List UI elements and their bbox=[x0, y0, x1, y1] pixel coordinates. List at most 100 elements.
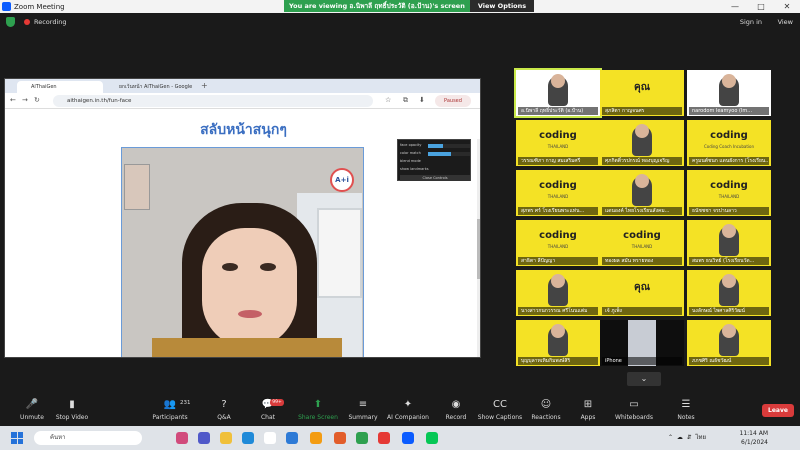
stop-video-button[interactable]: ▮ Stop Video bbox=[44, 399, 100, 421]
page-scroll-thumb[interactable] bbox=[477, 219, 480, 279]
participant-tile[interactable]: สมพร ธนวิทย์ (โรงเรียนวัด... bbox=[687, 220, 771, 266]
extensions-icon[interactable]: ⧉ bbox=[403, 96, 408, 105]
participant-tile[interactable]: แดนองค์ ไทยโรงเรียนสังคม... bbox=[600, 170, 684, 216]
participant-name: อ.นิพาลี ฤทธิ์ประวัติ (อ.ป้าน) bbox=[518, 107, 598, 115]
meeting-controls-bar: 🎤 Unmute ▮ Stop Video 👥 Participants 231? Q&A 💬 C… bbox=[0, 396, 800, 426]
notes-button[interactable]: ☰ Notes bbox=[658, 399, 714, 421]
participant-name: นางสาวกนกวรรณ ศรีโนนแต่ม bbox=[518, 307, 598, 315]
leave-button[interactable]: Leave bbox=[762, 404, 794, 417]
new-tab-icon[interactable]: + bbox=[201, 81, 208, 90]
slider-fill[interactable] bbox=[428, 144, 443, 148]
control-row-color-match[interactable]: color match bbox=[400, 151, 470, 157]
maximize-icon[interactable]: □ bbox=[748, 0, 774, 13]
participant-tile[interactable]: coding THAILAND สาธิตา ลีปัญญา bbox=[516, 220, 600, 266]
taskbar-search-input[interactable]: ค้นหา bbox=[34, 431, 142, 445]
participant-tile[interactable]: coding THAILAND สุภพร ศร์ โรงเรียนพระแท่น.… bbox=[516, 170, 600, 216]
chrome-icon[interactable] bbox=[356, 432, 368, 444]
amazon-icon[interactable] bbox=[310, 432, 322, 444]
right-eye bbox=[260, 263, 276, 271]
toolbar-label: Show Captions bbox=[477, 414, 523, 421]
close-controls-button[interactable]: Close Controls bbox=[400, 175, 470, 181]
toolbar-label: Q&A bbox=[217, 414, 231, 421]
web-page-content: สลับหน้าสนุกๆ A+i face opacity color mat… bbox=[5, 109, 480, 357]
participant-name: ธนัชชชา จรปานลาว bbox=[689, 207, 769, 215]
dropbox-icon[interactable] bbox=[286, 432, 298, 444]
face-controls-panel: face opacity color match blend mode show… bbox=[397, 139, 471, 181]
participant-head bbox=[722, 274, 736, 288]
forward-icon[interactable]: → bbox=[22, 96, 28, 104]
person-shirt bbox=[152, 338, 342, 357]
zoom-taskbar-icon[interactable] bbox=[402, 432, 414, 444]
captions-icon: CC bbox=[493, 399, 507, 410]
control-row-landmarks[interactable]: show landmarks bbox=[400, 167, 470, 173]
system-tray[interactable]: ⌃ ☁ ⇵ ไทย bbox=[668, 432, 706, 442]
reload-icon[interactable]: ↻ bbox=[34, 96, 40, 104]
participant-tile[interactable]: coding THAILAND วรรณฑิภา กาญ สมเสริมศรี bbox=[516, 120, 600, 166]
chrome-profile-icon[interactable] bbox=[378, 432, 390, 444]
firefox-icon[interactable] bbox=[334, 432, 346, 444]
download-icon[interactable]: ⬇ bbox=[419, 96, 425, 104]
browser-tab-aithaigen[interactable]: AiThaiGen bbox=[17, 81, 103, 93]
line-icon[interactable] bbox=[426, 432, 438, 444]
tile-logo: coding bbox=[623, 230, 661, 241]
participant-tile[interactable]: ภภชศิริ ณธัชวัฒน์ bbox=[687, 320, 771, 366]
toolbar-label: Chat bbox=[260, 414, 276, 421]
participant-tile[interactable]: คุณ เจ้ ภูเพ็ง bbox=[600, 270, 684, 316]
qa-icon: ? bbox=[221, 399, 227, 410]
summary-icon: ≡ bbox=[358, 399, 368, 410]
taskbar-clock[interactable]: 11:14 AM 6/1/2024 bbox=[728, 429, 768, 447]
profile-paused-button[interactable]: Paused bbox=[435, 95, 471, 107]
security-shield-icon[interactable] bbox=[6, 17, 15, 27]
participant-tile[interactable]: นงลักษณ์ ไพศาลศิริวัฒน์ bbox=[687, 270, 771, 316]
edge-icon[interactable] bbox=[242, 432, 254, 444]
participant-name: วรรณฑิภา กาญ สมเสริมศรี bbox=[518, 157, 598, 165]
participant-tile[interactable]: คุณสุภสิตา กาญจนศร bbox=[600, 70, 684, 116]
participant-name: บุญบุลาทเทิมกิมพงษ์สิริ bbox=[518, 357, 598, 365]
windows-start-icon[interactable] bbox=[11, 432, 23, 444]
tile-logo-subtitle: THAILAND bbox=[547, 144, 569, 149]
url-field[interactable]: aithaigen.in.th/fun-face bbox=[53, 95, 373, 107]
toolbar-label: Participants bbox=[152, 414, 188, 421]
toolbar-label: Record bbox=[445, 414, 467, 421]
microsoft-store-icon[interactable] bbox=[264, 432, 276, 444]
participants-button[interactable]: 👥 Participants 231 bbox=[142, 399, 198, 421]
control-row-opacity[interactable]: face opacity bbox=[400, 143, 470, 149]
bookmark-star-icon[interactable]: ☆ bbox=[385, 96, 391, 104]
participant-tile[interactable]: coding Coding Coach Incubation ครูมนต์ชนก … bbox=[687, 120, 771, 166]
close-icon[interactable]: ✕ bbox=[774, 0, 800, 13]
view-menu-button[interactable]: View bbox=[778, 18, 793, 26]
browser-tab-google[interactable]: ยกเว้นหน้า AiThaiGen - Google bbox=[105, 81, 195, 93]
language-indicator[interactable]: ไทย bbox=[696, 434, 707, 441]
participant-tile[interactable]: coding THAILAND ธนัชชชา จรปานลาว bbox=[687, 170, 771, 216]
chat-unread-badge: 99+ bbox=[270, 399, 284, 406]
window-title: Zoom Meeting bbox=[14, 2, 65, 11]
person-face bbox=[202, 228, 297, 348]
file-explorer-icon[interactable] bbox=[220, 432, 232, 444]
teams-icon[interactable] bbox=[198, 432, 210, 444]
tile-logo: คุณ bbox=[634, 82, 650, 93]
control-row-blend[interactable]: blend mode bbox=[400, 159, 470, 165]
participant-tile[interactable]: narodom leamyoo (Im... bbox=[687, 70, 771, 116]
participant-name: สาธิตา ลีปัญญา bbox=[518, 257, 598, 265]
toolbar-label: Notes bbox=[677, 414, 695, 421]
whiteboards-button[interactable]: ▭ Whiteboards bbox=[606, 399, 662, 421]
sign-in-link[interactable]: Sign in bbox=[740, 18, 762, 26]
taskbar-app-icon[interactable] bbox=[176, 432, 188, 444]
chat-button[interactable]: 💬 Chat bbox=[240, 399, 296, 421]
participant-tile[interactable]: บุญบุลาทเทิมกิมพงษ์สิริ bbox=[516, 320, 600, 366]
participant-tile[interactable]: coding THAILAND ทองผล สมัน ทรายทอง bbox=[600, 220, 684, 266]
tile-logo: คุณ bbox=[634, 282, 650, 293]
back-icon[interactable]: ← bbox=[10, 96, 16, 104]
participant-name: iPhone bbox=[602, 357, 682, 365]
participant-tile[interactable]: iPhone bbox=[600, 320, 684, 366]
view-options-button[interactable]: View Options bbox=[469, 0, 535, 12]
participant-tile[interactable]: นางสาวกนกวรรณ ศรีโนนแต่ม bbox=[516, 270, 600, 316]
slider-fill[interactable] bbox=[428, 152, 452, 156]
participant-tile[interactable]: อ.นิพาลี ฤทธิ์ประวัติ (อ.ป้าน) bbox=[514, 68, 602, 118]
video-camera-icon: ▮ bbox=[69, 399, 75, 410]
tile-logo: coding bbox=[710, 180, 748, 191]
minimize-icon[interactable]: — bbox=[722, 0, 748, 13]
gallery-scroll-down-icon[interactable]: ⌄ bbox=[627, 372, 661, 386]
participant-tile[interactable]: ศุภกิตติ์วรปกรณ์ ทองบุญเจริญ bbox=[600, 120, 684, 166]
participant-name: สุภสิตา กาญจนศร bbox=[602, 107, 682, 115]
